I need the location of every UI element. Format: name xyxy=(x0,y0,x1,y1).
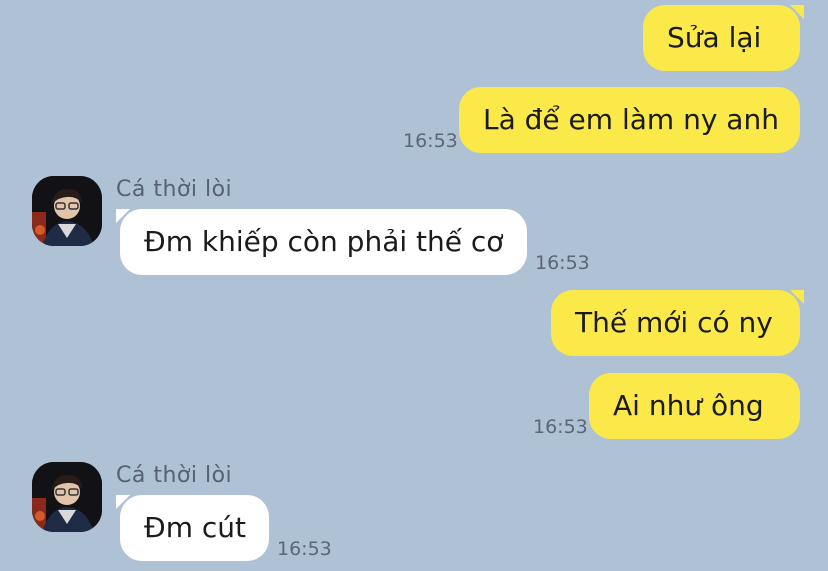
avatar-photo-icon xyxy=(32,176,102,246)
message-text: Là để em làm ny anh xyxy=(483,103,779,136)
sender-name: Cá thời lòi xyxy=(116,177,233,202)
message-timestamp: 16:53 xyxy=(535,252,590,274)
message-timestamp: 16:53 xyxy=(533,416,588,438)
sender-avatar[interactable] xyxy=(32,176,102,246)
chat-thread: Sửa lại 16:53 Là để em làm ny anh Cá thờ… xyxy=(0,0,828,571)
outgoing-message-bubble[interactable]: Thế mới có ny xyxy=(551,290,804,356)
message-text: Đm cút xyxy=(144,511,246,544)
message-text: Sửa lại xyxy=(667,21,762,54)
incoming-message-bubble[interactable]: Đm khiếp còn phải thế cơ xyxy=(116,209,527,275)
message-text: Ai như ông xyxy=(613,389,764,422)
message-timestamp: 16:53 xyxy=(277,538,332,560)
message-text: Đm khiếp còn phải thế cơ xyxy=(144,225,504,258)
avatar-photo-icon xyxy=(32,462,102,532)
message-timestamp: 16:53 xyxy=(403,130,458,152)
outgoing-message-bubble[interactable]: Sửa lại xyxy=(643,5,804,71)
sender-name: Cá thời lòi xyxy=(116,463,233,488)
message-text: Thế mới có ny xyxy=(575,306,773,339)
outgoing-message-bubble[interactable]: Ai như ông xyxy=(589,373,800,439)
incoming-message-bubble[interactable]: Đm cút xyxy=(116,495,269,561)
sender-avatar[interactable] xyxy=(32,462,102,532)
outgoing-message-bubble[interactable]: Là để em làm ny anh xyxy=(459,87,800,153)
